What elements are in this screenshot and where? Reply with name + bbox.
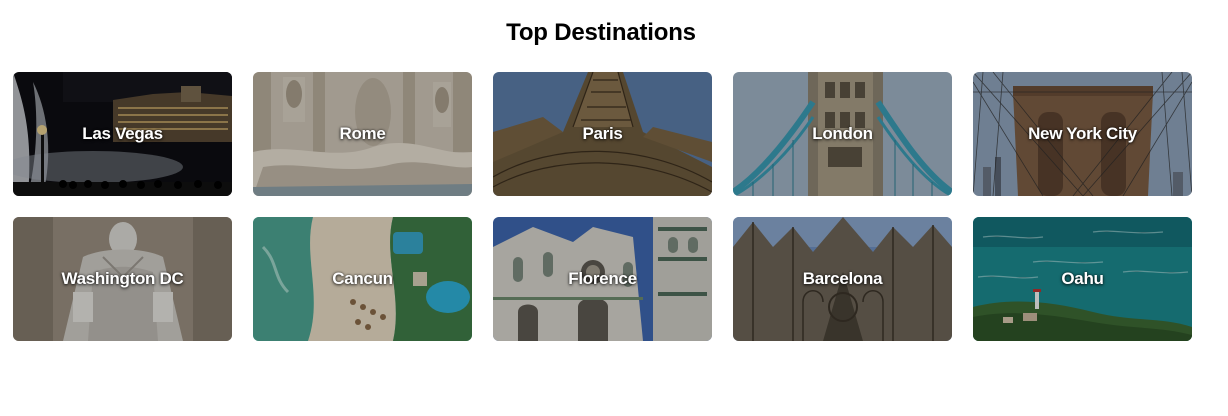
destination-label: London	[812, 124, 873, 143]
destination-card-barcelona[interactable]: Barcelona	[733, 217, 952, 341]
destination-label: Barcelona	[802, 269, 883, 288]
destination-card-london[interactable]: London	[733, 72, 952, 196]
destination-card-florence[interactable]: Florence	[493, 217, 712, 341]
destination-label: Paris	[582, 124, 623, 143]
destinations-grid: Las Vegas Rome Paris London New York Cit…	[13, 72, 1192, 341]
destination-card-new-york-city[interactable]: New York City	[973, 72, 1192, 196]
top-destinations-section: Top Destinations Las Vegas Rome Paris Lo…	[0, 0, 1228, 416]
destination-card-cancun[interactable]: Cancun	[253, 217, 472, 341]
section-title: Top Destinations	[506, 19, 696, 46]
destination-card-rome[interactable]: Rome	[253, 72, 472, 196]
destination-card-oahu[interactable]: Oahu	[973, 217, 1192, 341]
destination-card-paris[interactable]: Paris	[493, 72, 712, 196]
destination-label: Florence	[568, 269, 637, 288]
destination-label: Las Vegas	[82, 124, 163, 143]
destination-label: Rome	[339, 124, 386, 143]
destination-card-washington-dc[interactable]: Washington DC	[13, 217, 232, 341]
destination-label: Washington DC	[61, 269, 184, 288]
destination-label: Cancun	[332, 269, 393, 288]
destination-card-las-vegas[interactable]: Las Vegas	[13, 72, 232, 196]
destination-label: Oahu	[1061, 269, 1104, 288]
destination-label: New York City	[1028, 124, 1137, 143]
